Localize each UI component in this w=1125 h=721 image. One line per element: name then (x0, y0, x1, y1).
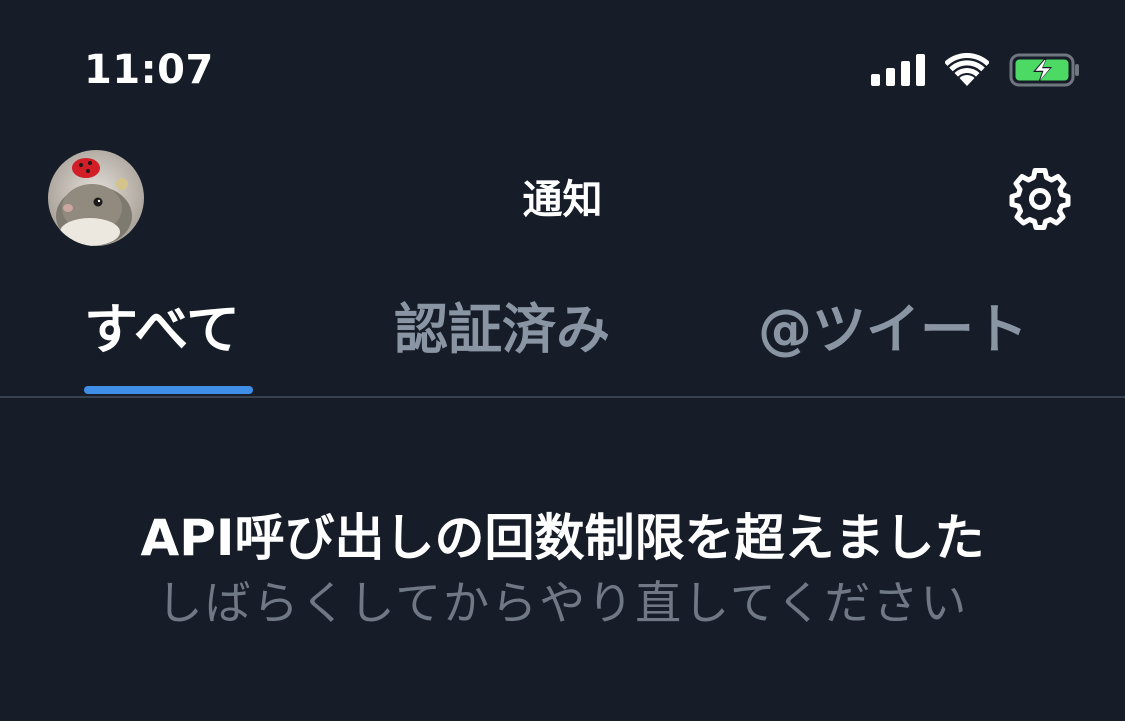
tab-verified[interactable]: 認証済み (394, 292, 610, 368)
gear-icon[interactable] (1008, 167, 1072, 231)
battery-charging-icon (1009, 53, 1079, 87)
tab-bar: すべて 認証済み @ツイート (0, 292, 1125, 372)
cellular-signal-icon (871, 54, 925, 86)
status-time: 11:07 (84, 47, 214, 93)
status-icons (871, 50, 1081, 90)
tabs-divider (0, 396, 1125, 398)
rate-limit-error-subtitle: しばらくしてからやり直してください (156, 576, 969, 630)
selected-tab-indicator (84, 386, 253, 394)
wifi-icon (945, 53, 989, 86)
tab-all[interactable]: すべて (84, 292, 240, 368)
tab-mentions[interactable]: @ツイート (758, 292, 1028, 368)
rate-limit-error-title: API呼び出しの回数制限を超えました (140, 509, 985, 567)
page-title: 通知 (522, 177, 603, 223)
